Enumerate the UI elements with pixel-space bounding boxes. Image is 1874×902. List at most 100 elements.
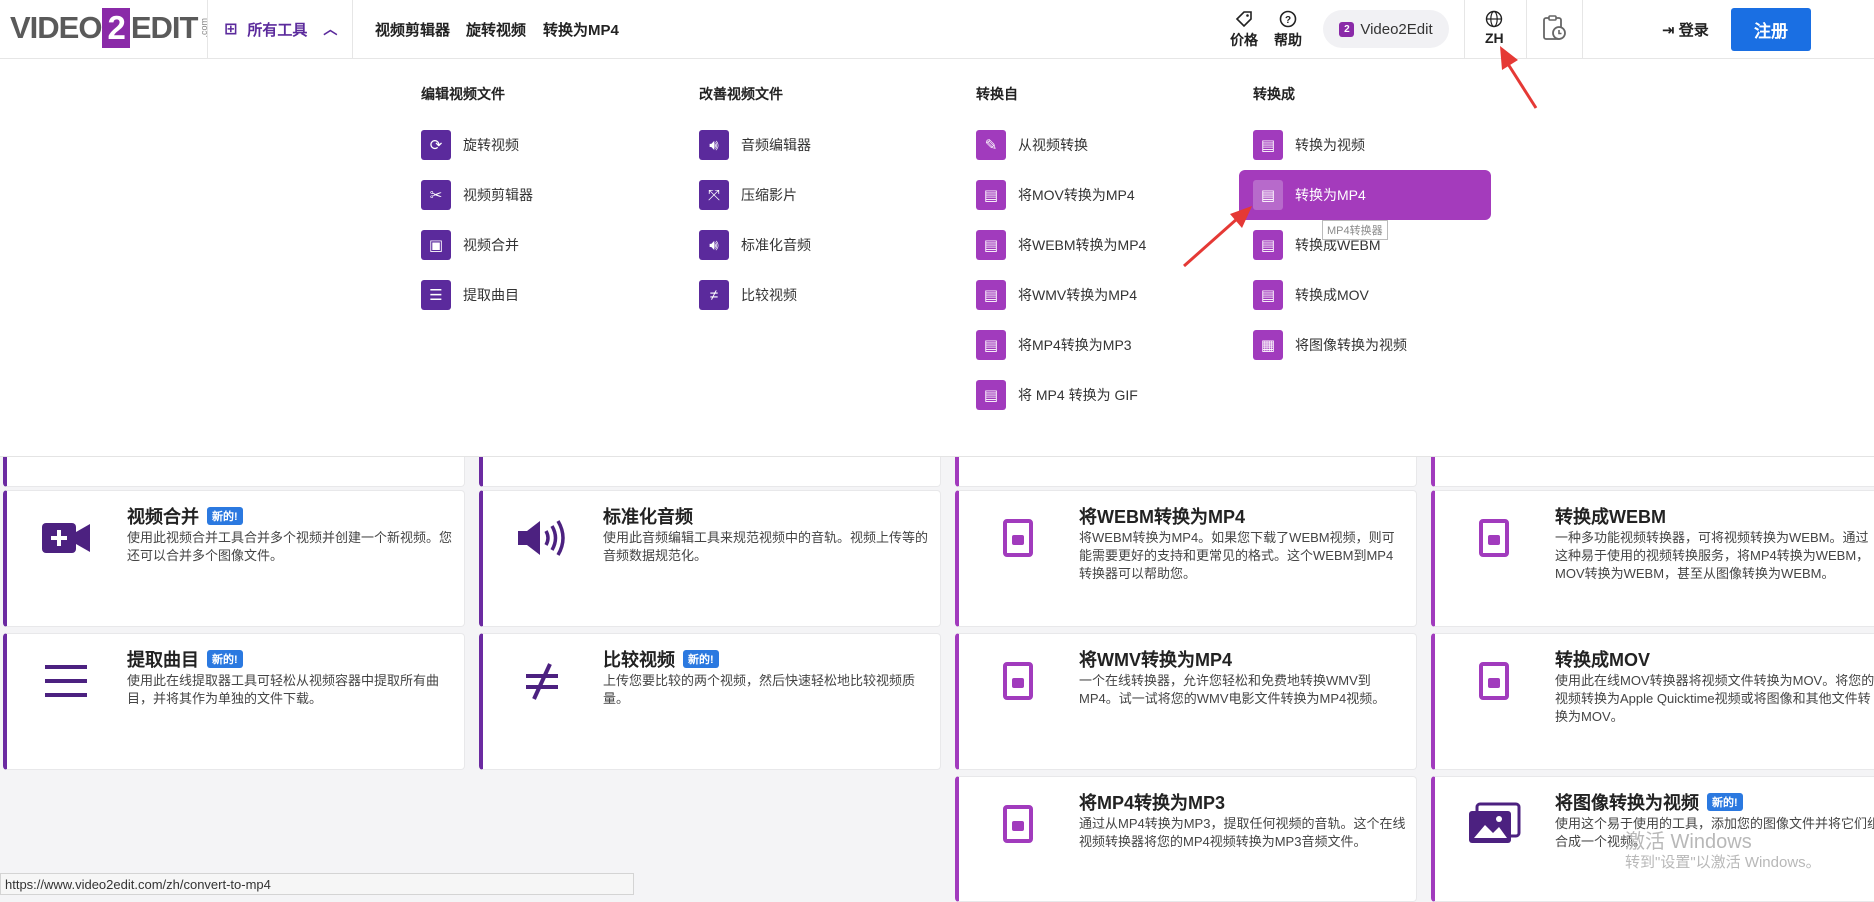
new-badge: 新的! [207,650,243,668]
login-label: 登录 [1678,22,1709,39]
speaker-icon: 🔊︎ [699,230,729,260]
menu-column-improve: 改善视频文件 🔊︎ 音频编辑器 ⤧ 压缩影片 🔊︎ 标准化音频 ≠ 比较视频 [699,84,947,320]
scissors-icon: ✂ [421,180,451,210]
tool-card-normalize-audio[interactable]: 标准化音频 使用此音频编辑工具来规范视频中的音轨。视频上传等的音频数据规范化。 [479,490,941,627]
card-description: 使用此在线提取器工具可轻松从视频容器中提取所有曲目，并将其作为单独的文件下载。 [127,673,440,706]
file-video-icon: ▤ [1253,130,1283,160]
card-title: 将图像转换为视频 [1555,793,1699,813]
menu-item-label: 从视频转换 [1018,137,1088,153]
card-description: 将WEBM转换为MP4。如果您下载了WEBM视频，则可能需要更好的支持和更常见的… [1079,530,1395,581]
menu-item-wmv-to-mp4[interactable]: ▤ 将WMV转换为MP4 [976,270,1224,320]
svg-text:?: ? [1285,15,1291,26]
logo-text-left: VIDEO [10,10,102,45]
help-link[interactable]: ? 帮助 [1274,10,1302,50]
menu-item-extract-tracks[interactable]: ☰ 提取曲目 [421,270,669,320]
speaker-icon [513,509,571,567]
nav-video-editor[interactable]: 视频剪辑器 [375,19,450,40]
menu-column-title: 编辑视频文件 [421,86,505,102]
tool-card-webm-to-mp4[interactable]: 将WEBM转换为MP4 将WEBM转换为MP4。如果您下载了WEBM视频，则可能… [955,490,1417,627]
tool-card-compare-video[interactable]: 比较视频 新的! 上传您要比较的两个视频，然后快速轻松地比较视频质量。 [479,633,941,770]
tool-card-wmv-to-mp4[interactable]: 将WMV转换为MP4 一个在线转换器，允许您轻松和免费地转换WMV到MP4。试一… [955,633,1417,770]
windows-activation-subtitle: 转到"设置"以激活 Windows。 [1625,854,1821,871]
card-title: 将MP4转换为MP3 [1079,793,1226,813]
menu-item-video-editor[interactable]: ✂ 视频剪辑器 [421,170,669,220]
help-icon: ? [1279,10,1297,30]
tool-card-convert-to-mov[interactable]: 转换成MOV 使用此在线MOV转换器将视频文件转换为MOV。将您的视频转换为Ap… [1431,633,1874,770]
globe-icon [1485,10,1503,30]
logo-text-mid: 2 [102,8,130,48]
menu-item-convert-to-mp4[interactable]: ▤ 转换为MP4 [1239,170,1491,220]
windows-activation-title: 激活 Windows [1625,831,1752,853]
video2edit-pill[interactable]: 2 Video2Edit [1323,10,1449,48]
tool-card-video-merge[interactable]: 视频合并 新的! 使用此视频合并工具合并多个视频并创建一个新视频。您还可以合并多个… [3,490,465,627]
tool-card-extract-tracks[interactable]: 提取曲目 新的! 使用此在线提取器工具可轻松从视频容器中提取所有曲目，并将其作为单… [3,633,465,770]
menu-item-label: 将MOV转换为MP4 [1018,187,1135,203]
card-description: 一个在线转换器，允许您轻松和免费地转换WMV到MP4。试一试将您的WMV电影文件… [1079,673,1386,706]
new-badge: 新的! [683,650,719,668]
annotation-arrow-icon [1183,206,1252,268]
video2edit-logo[interactable]: VIDEO 2 EDIT .com [10,8,209,48]
card-description: 使用此在线MOV转换器将视频文件转换为MOV。将您的视频转换为Apple Qui… [1555,673,1874,724]
menu-item-label: 音频编辑器 [741,137,811,153]
card-title: 将WMV转换为MP4 [1079,650,1232,670]
nav-convert-to-mp4[interactable]: 转换为MP4 [543,19,619,40]
menu-item-audio-editor[interactable]: 🔊︎ 音频编辑器 [699,120,947,170]
tool-card-convert-to-webm[interactable]: 转换成WEBM 一种多功能视频转换器，可将视频转换为WEBM。通过这种易于使用的… [1431,490,1874,627]
file-video-icon: ▤ [1253,280,1283,310]
login-link[interactable]: ⇥ 登录 [1662,19,1709,40]
card-title: 标准化音频 [603,507,693,527]
grid-icon: ⊞ [224,21,238,38]
menu-item-mp4-to-gif[interactable]: ▤ 将 MP4 转换为 GIF [976,370,1224,420]
register-label: 注册 [1754,22,1788,41]
file-video-icon [989,795,1047,853]
menu-item-convert-to-video[interactable]: ▤ 转换为视频 [1253,120,1501,170]
menu-item-normalize-audio[interactable]: 🔊︎ 标准化音频 [699,220,947,270]
file-video-icon [1465,652,1523,710]
card-description: 使用此音频编辑工具来规范视频中的音轨。视频上传等的音频数据规范化。 [603,530,929,563]
history-button[interactable] [1540,14,1568,45]
menu-item-compare-video[interactable]: ≠ 比较视频 [699,270,947,320]
menu-item-label: 将图像转换为视频 [1295,337,1407,353]
card-title-row: 转换成WEBM [1555,503,1666,529]
header-divider [1582,0,1583,58]
menu-item-label: 视频剪辑器 [463,187,533,203]
all-tools-toggle[interactable]: ⊞ 所有工具 ︿ [207,0,353,58]
menu-item-rotate-video[interactable]: ⟳ 旋转视频 [421,120,669,170]
menu-item-convert-from-video[interactable]: ✎ 从视频转换 [976,120,1224,170]
price-link[interactable]: 价格 [1230,10,1258,50]
menu-column-edit: 编辑视频文件 ⟳ 旋转视频 ✂ 视频剪辑器 ▣ 视频合并 ☰ 提取曲目 [421,84,669,320]
annotation-arrow-icon [1500,46,1538,109]
menu-item-label: 转换成MOV [1295,287,1369,303]
menu-item-label: 提取曲目 [463,287,519,303]
card-description: 使用此视频合并工具合并多个视频并创建一个新视频。您还可以合并多个图像文件。 [127,530,453,563]
file-video-icon: ▤ [976,280,1006,310]
card-title-row: 将WMV转换为MP4 [1079,646,1232,672]
menu-item-compress-video[interactable]: ⤧ 压缩影片 [699,170,947,220]
menu-item-label: 视频合并 [463,237,519,253]
card-description: 上传您要比较的两个视频，然后快速轻松地比较视频质量。 [603,673,916,706]
card-title-row: 将图像转换为视频 新的! [1555,789,1743,815]
nav-rotate-video[interactable]: 旋转视频 [466,19,526,40]
video-plus-icon [37,509,95,567]
price-label: 价格 [1230,32,1258,48]
register-button[interactable]: 注册 [1731,8,1811,51]
card-title-row: 视频合并 新的! [127,503,243,529]
menu-item-convert-to-mov[interactable]: ▤ 转换成MOV [1253,270,1501,320]
tool-card-mp4-to-mp3[interactable]: 将MP4转换为MP3 通过从MP4转换为MP3，提取任何视频的音轨。这个在线视频… [955,776,1417,902]
menu-column-title: 转换自 [976,86,1018,102]
menu-item-video-merge[interactable]: ▣ 视频合并 [421,220,669,270]
card-title-row: 标准化音频 [603,503,693,529]
file-video-icon: ▤ [976,180,1006,210]
menu-item-label: 将 MP4 转换为 GIF [1018,387,1138,403]
menu-item-image-to-video[interactable]: ▦ 将图像转换为视频 [1253,320,1501,370]
list-icon [37,652,95,710]
file-video-icon: ▤ [976,230,1006,260]
file-video-icon [989,509,1047,567]
menu-item-mp4-to-mp3[interactable]: ▤ 将MP4转换为MP3 [976,320,1224,370]
clipboard-clock-icon [1540,14,1568,45]
tag-icon [1235,10,1253,30]
card-title-row: 提取曲目 新的! [127,646,243,672]
file-video-icon [1465,509,1523,567]
speaker-icon: 🔊︎ [699,130,729,160]
file-video-icon: ▤ [976,380,1006,410]
